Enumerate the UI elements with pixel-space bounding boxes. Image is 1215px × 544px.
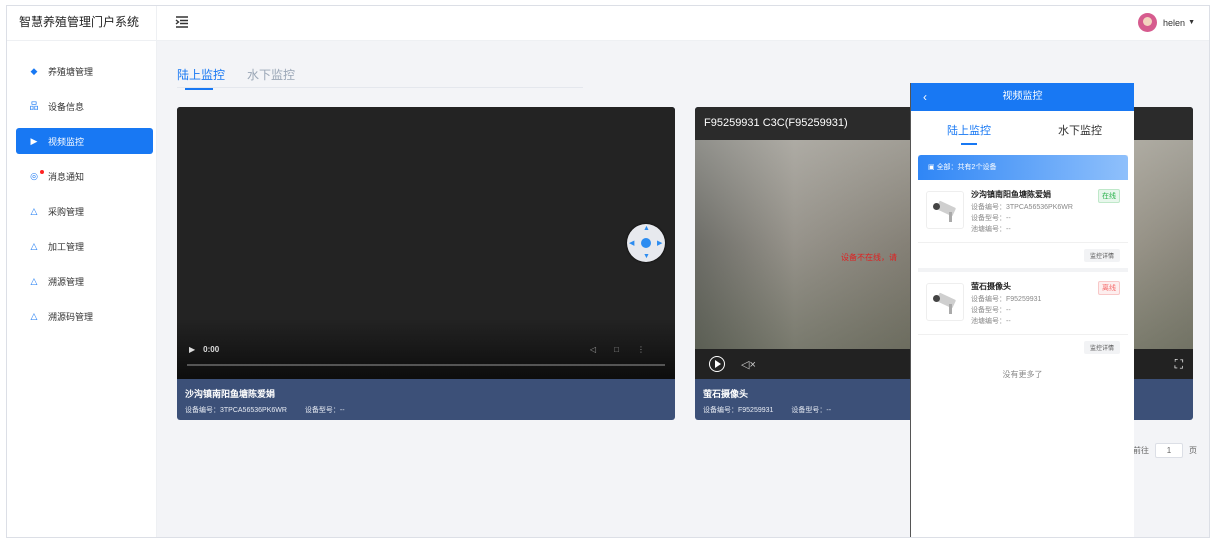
menu-fold-icon[interactable] [175,15,189,29]
sidebar-item-label: 溯源码管理 [48,311,94,322]
top-header: helen ▼ [157,6,1209,41]
pond-number: 池塘编号：-- [971,318,1011,325]
sidebar-item-process[interactable]: △ 加工管理 [16,233,153,259]
list-item[interactable]: 萤石摄像头 离线 设备编号：F95259931 设备型号：-- 池塘编号：-- … [918,272,1128,360]
app-title: 智慧养殖管理门户系统 [7,6,156,41]
device-number: 设备编号：F95259931 [703,407,774,414]
goto-label: 前往 [1133,446,1149,455]
sidebar-item-label: 养殖塘管理 [48,66,94,77]
device-group-icon: ▣ [928,164,937,171]
mobile-header: ‹ 视频监控 [911,83,1134,111]
arrow-right-icon[interactable]: ▶ [657,239,662,247]
trace-icon: △ [30,276,38,286]
sidebar-item-video[interactable]: ▶ 视频监控 [16,128,153,154]
play-icon[interactable] [709,356,725,372]
username: helen [1163,17,1186,28]
factory-icon: △ [30,241,38,251]
sidebar-item-label: 溯源管理 [48,276,85,287]
play-icon[interactable]: ▶ [189,345,195,354]
camera-icon: ▶ [30,136,38,146]
device-model: 设备型号：-- [791,407,832,414]
device-name: 沙沟镇南阳鱼塘陈爱娟 [971,190,1051,199]
device-model: 设备型号：-- [304,407,345,414]
page-suffix: 页 [1189,446,1197,455]
mobile-preview-panel: ‹ 视频监控 陆上监控 水下监控 ▣ 全部：共有2个设备 沙沟镇南阳鱼塘陈爱娟 … [910,83,1134,537]
page-input[interactable]: 1 [1155,443,1183,458]
camera-icon [926,191,964,229]
pond-icon: ◆ [30,66,38,76]
sidebar-item-purchase[interactable]: △ 采购管理 [16,198,153,224]
device-number: 设备编号：F95259931 [971,296,1042,303]
sidebar-item-label: 加工管理 [48,241,85,252]
caret-down-icon: ▼ [1188,19,1195,26]
qrcode-icon: △ [30,311,38,321]
pagination-jump: 前往 1 页 [1133,443,1197,458]
status-badge: 在线 [1098,189,1120,203]
tab-underwater[interactable]: 水下监控 [247,66,295,88]
back-icon[interactable]: ‹ [923,83,927,111]
offline-message: 设备不在线，请 [841,253,897,262]
no-more-text: 没有更多了 [1002,370,1043,379]
ptz-center[interactable] [641,238,651,248]
arrow-left-icon[interactable]: ◀ [629,239,634,247]
notification-dot [40,170,44,174]
avatar [1138,13,1158,32]
more-icon[interactable]: ⋮ [637,345,663,354]
sidebar: 智慧养殖管理门户系统 ◆ 养殖塘管理 品设备信息 ▶ 视频监控 ◎ 消息通知 △ 采购管… [7,6,157,537]
fullscreen-icon[interactable]: □ [614,345,637,354]
sidebar-item-device[interactable]: 品设备信息 [16,93,153,119]
pond-number: 池塘编号：-- [971,226,1011,233]
status-badge: 离线 [1098,281,1120,295]
user-menu[interactable]: helen ▼ [1138,13,1195,32]
device-name: 萤石摄像头 [971,282,1011,291]
bell-icon: ◎ [30,171,38,181]
progress-bar[interactable] [187,364,665,366]
stream-title: F95259931 C3C(F95259931) [704,117,848,129]
arrow-up-icon[interactable]: ▲ [643,225,650,232]
sidebar-menu: ◆ 养殖塘管理 品设备信息 ▶ 视频监控 ◎ 消息通知 △ 采购管理 △ 加工管理 △ 溯源… [7,58,157,338]
device-icon: 品 [29,101,39,111]
sidebar-item-label: 采购管理 [48,206,85,217]
device-group-label: 全部：共有2个设备 [936,164,997,171]
volume-icon[interactable]: ◁ [590,345,614,354]
mobile-tabs: 陆上监控 水下监控 [911,111,1134,150]
sidebar-item-label: 消息通知 [48,171,85,182]
monitor-detail-button[interactable]: 监控详情 [1083,341,1120,354]
camera-icon [926,283,964,321]
list-item[interactable]: 沙沟镇南阳鱼塘陈爱娟 在线 设备编号：3TPCA56536PK6WR 设备型号：… [918,180,1128,268]
video-info: 沙沟镇南阳鱼塘陈爱娟 设备编号：3TPCA56536PK6WR 设备型号：-- [177,379,675,420]
mobile-tab-land[interactable]: 陆上监控 [947,122,991,145]
device-model: 设备型号：-- [971,215,1011,222]
device-list: ▣ 全部：共有2个设备 沙沟镇南阳鱼塘陈爱娟 在线 设备编号：3TPCA5653… [918,155,1128,360]
mobile-tab-underwater[interactable]: 水下监控 [1058,122,1102,138]
device-group-header: ▣ 全部：共有2个设备 [918,155,1128,180]
sidebar-item-label: 视频监控 [48,136,85,147]
device-number: 设备编号：3TPCA56536PK6WR [971,204,1073,211]
cart-icon: △ [30,206,38,216]
device-name: 沙沟镇南阳鱼塘陈爱娟 [185,389,276,399]
sidebar-item-label: 设备信息 [48,101,85,112]
mute-icon[interactable]: ◁× [741,358,756,371]
ptz-control[interactable]: ▲ ▼ ◀ ▶ [627,224,665,262]
video-card: ▲ ▼ ◀ ▶ ▶ 0:00 ◁□⋮ 沙沟镇南阳鱼塘陈爱娟 设备编号：3TPCA5… [177,107,675,420]
app-window: 智慧养殖管理门户系统 ◆ 养殖塘管理 品设备信息 ▶ 视频监控 ◎ 消息通知 △ 采购管… [6,5,1210,538]
mobile-title: 视频监控 [1002,91,1043,102]
device-model: 设备型号：-- [971,307,1011,314]
sidebar-item-message[interactable]: ◎ 消息通知 [16,163,153,189]
video-player[interactable]: ▲ ▼ ◀ ▶ ▶ 0:00 ◁□⋮ [177,107,675,379]
tab-land[interactable]: 陆上监控 [177,66,225,90]
sidebar-item-tracecode[interactable]: △ 溯源码管理 [16,303,153,329]
fullscreen-icon[interactable]: ⛶ [1175,357,1183,372]
monitor-detail-button[interactable]: 监控详情 [1083,249,1120,262]
sidebar-item-pond[interactable]: ◆ 养殖塘管理 [16,58,153,84]
video-time: 0:00 [203,345,220,354]
arrow-down-icon[interactable]: ▼ [643,253,650,260]
monitor-tabs: 陆上监控 水下监控 [177,66,583,90]
sidebar-item-trace[interactable]: △ 溯源管理 [16,268,153,294]
device-number: 设备编号：3TPCA56536PK6WR [185,407,287,414]
